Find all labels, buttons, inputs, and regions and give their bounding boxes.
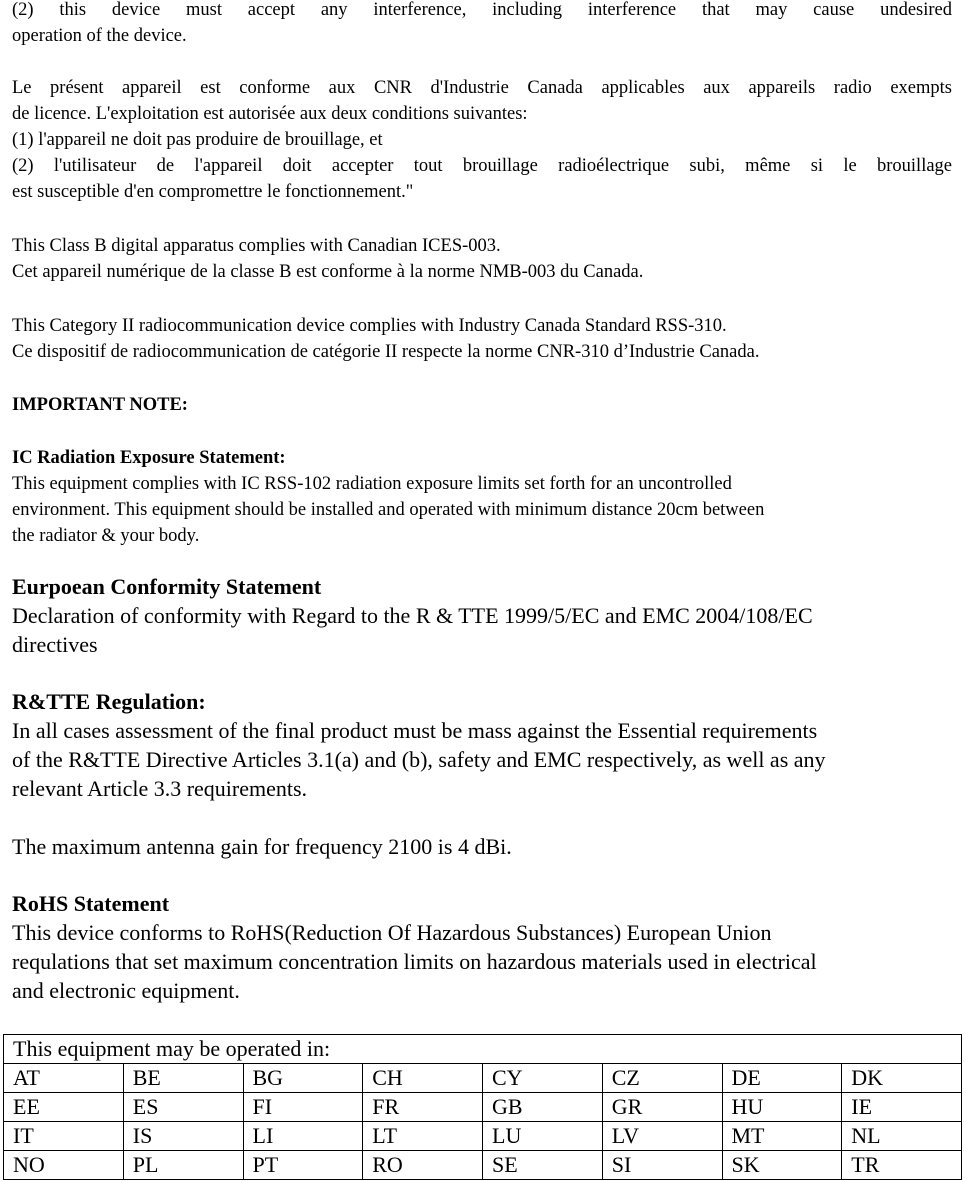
text-line: In all cases assessment of the final pro…	[12, 718, 818, 743]
country-code-cell: MT	[721, 1121, 843, 1151]
ic-french-statement: Le présent appareil est conforme aux CNR…	[12, 75, 952, 205]
country-code-cell: LI	[242, 1121, 364, 1151]
text-line: est susceptible d'en compromettre le fon…	[12, 182, 414, 202]
country-code-cell: CH	[362, 1063, 483, 1093]
text-line: of the R&TTE Directive Articles 3.1(a) a…	[12, 747, 826, 772]
fcc-condition-2: (2) this device must accept any interfer…	[12, 0, 952, 49]
country-code-cell: LV	[601, 1121, 723, 1151]
text-line: de licence. L'exploitation est autorisée…	[12, 104, 528, 124]
text-line: Cet appareil numérique de la classe B es…	[12, 262, 644, 282]
table-header-cell: This equipment may be operated in:	[3, 1034, 962, 1064]
country-code-cell: RO	[362, 1150, 483, 1180]
country-code-cell: SK	[721, 1150, 843, 1180]
country-code-cell: BE	[122, 1063, 244, 1093]
text-line: the radiator & your body.	[12, 526, 200, 546]
country-code-cell: PT	[242, 1150, 364, 1180]
country-code-cell: CY	[482, 1063, 603, 1093]
country-code-cell: GB	[482, 1092, 603, 1122]
country-code-cell: IE	[841, 1092, 962, 1122]
text-line: Declaration of conformity with Regard to…	[12, 603, 813, 628]
country-code-cell: TR	[841, 1150, 962, 1180]
text-line: operation of the device.	[12, 26, 187, 46]
country-code-cell: EE	[3, 1092, 124, 1122]
country-code-cell: AT	[3, 1063, 124, 1093]
section-heading: Eurpoean Conformity Statement	[12, 574, 322, 599]
text-line: relevant Article 3.3 requirements.	[12, 776, 308, 801]
country-code-cell: FR	[362, 1092, 483, 1122]
country-code-cell: GR	[601, 1092, 723, 1122]
text-line: environment. This equipment should be in…	[12, 500, 765, 520]
section-heading: R&TTE Regulation:	[12, 689, 206, 714]
country-code-cell: PL	[122, 1150, 244, 1180]
ic-radiation-statement: IC Radiation Exposure Statement: This eq…	[12, 445, 952, 549]
rohs-statement: RoHS Statement This device conforms to R…	[12, 889, 952, 1005]
antenna-gain-statement: The maximum antenna gain for frequency 2…	[12, 834, 512, 859]
rss310-statement: This Category II radiocommunication devi…	[12, 313, 952, 365]
text-line: This device conforms to RoHS(Reduction O…	[12, 920, 772, 945]
country-code-cell: HU	[721, 1092, 843, 1122]
text-line: This equipment complies with IC RSS-102 …	[12, 474, 732, 494]
country-code-cell: SI	[601, 1150, 723, 1180]
text-line: This Category II radiocommunication devi…	[12, 316, 727, 336]
country-code-cell: LT	[362, 1121, 483, 1151]
countries-table: This equipment may be operated in: AT BE B…	[3, 1034, 962, 1180]
country-code-cell: DE	[721, 1063, 843, 1093]
table-row: NO PL PT RO SE SI SK TR	[3, 1150, 962, 1180]
text-line: Ce dispositif de radiocommunication de c…	[12, 342, 760, 362]
section-heading: IC Radiation Exposure Statement:	[12, 448, 286, 468]
text-line: directives	[12, 632, 98, 657]
text-line: (1) l'appareil ne doit pas produire de b…	[12, 130, 383, 150]
country-code-cell: IT	[3, 1121, 124, 1151]
text-line: (2) this device must accept any interfer…	[12, 0, 952, 20]
country-code-cell: NO	[3, 1150, 124, 1180]
table-row: AT BE BG CH CY CZ DE DK	[3, 1063, 962, 1093]
table-row: EE ES FI FR GB GR HU IE	[3, 1092, 962, 1122]
country-code-cell: ES	[122, 1092, 244, 1122]
country-code-cell: DK	[841, 1063, 962, 1093]
country-code-cell: IS	[122, 1121, 244, 1151]
country-code-cell: CZ	[601, 1063, 723, 1093]
country-code-cell: LU	[482, 1121, 603, 1151]
country-code-cell: FI	[242, 1092, 364, 1122]
country-code-cell: NL	[841, 1121, 962, 1151]
ices-statement: This Class B digital apparatus complies …	[12, 233, 952, 285]
table-row: IT IS LI LT LU LV MT NL	[3, 1121, 962, 1151]
text-line: (2) l'utilisateur de l'appareil doit acc…	[12, 156, 952, 176]
country-code-cell: SE	[482, 1150, 603, 1180]
important-note-heading: IMPORTANT NOTE:	[12, 395, 188, 415]
text-line: Le présent appareil est conforme aux CNR…	[12, 78, 952, 98]
table-header-row: This equipment may be operated in:	[3, 1034, 962, 1064]
text-line: This Class B digital apparatus complies …	[12, 236, 501, 256]
rtte-regulation: R&TTE Regulation: In all cases assessmen…	[12, 687, 952, 803]
eu-conformity-statement: Eurpoean Conformity Statement Declaratio…	[12, 572, 952, 659]
text-line: and electronic equipment.	[12, 978, 240, 1003]
text-line: requlations that set maximum concentrati…	[12, 949, 817, 974]
section-heading: RoHS Statement	[12, 891, 170, 916]
country-code-cell: BG	[242, 1063, 364, 1093]
